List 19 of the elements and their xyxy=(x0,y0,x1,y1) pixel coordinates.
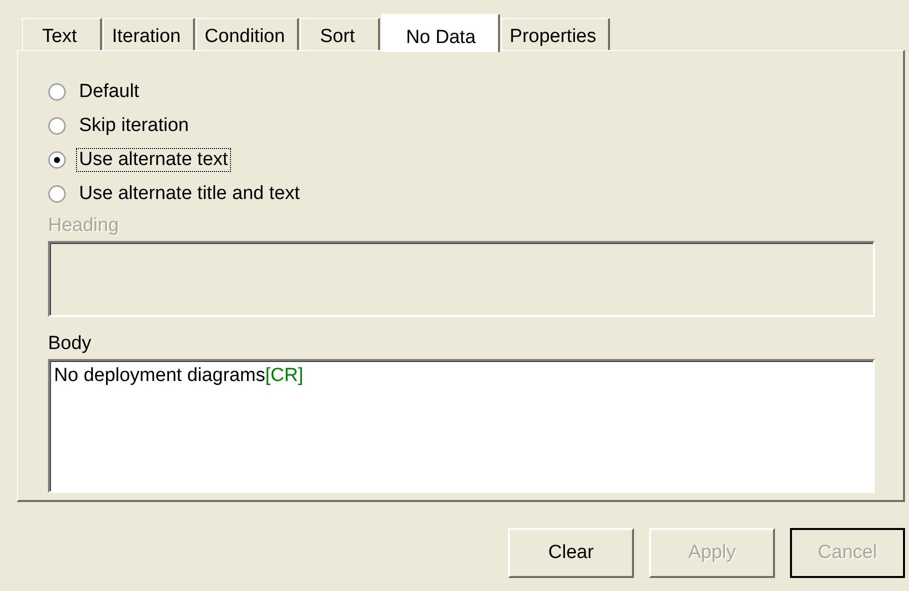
tab[interactable]: Iteration xyxy=(103,18,195,50)
radio-button[interactable] xyxy=(48,83,66,101)
body-label: Body xyxy=(48,333,92,355)
radio-button[interactable] xyxy=(48,185,66,203)
tab[interactable]: No Data xyxy=(380,14,500,52)
tab[interactable]: Text xyxy=(22,18,102,50)
tab[interactable]: Condition xyxy=(196,18,299,50)
heading-field[interactable] xyxy=(48,241,875,317)
radio-button[interactable] xyxy=(48,151,66,169)
radio-button[interactable] xyxy=(48,117,66,135)
body-field[interactable]: No deployment diagrams[CR] xyxy=(48,359,875,493)
option-label[interactable]: Default xyxy=(76,80,142,104)
clear-button[interactable]: Clear xyxy=(508,528,634,578)
tab[interactable]: Properties xyxy=(500,18,610,50)
option-label[interactable]: Skip iteration xyxy=(76,114,192,138)
option-label[interactable]: Use alternate title and text xyxy=(76,182,303,206)
tab[interactable]: Sort xyxy=(300,18,380,50)
option-label[interactable]: Use alternate text xyxy=(76,148,231,172)
heading-label: Heading xyxy=(48,215,119,237)
